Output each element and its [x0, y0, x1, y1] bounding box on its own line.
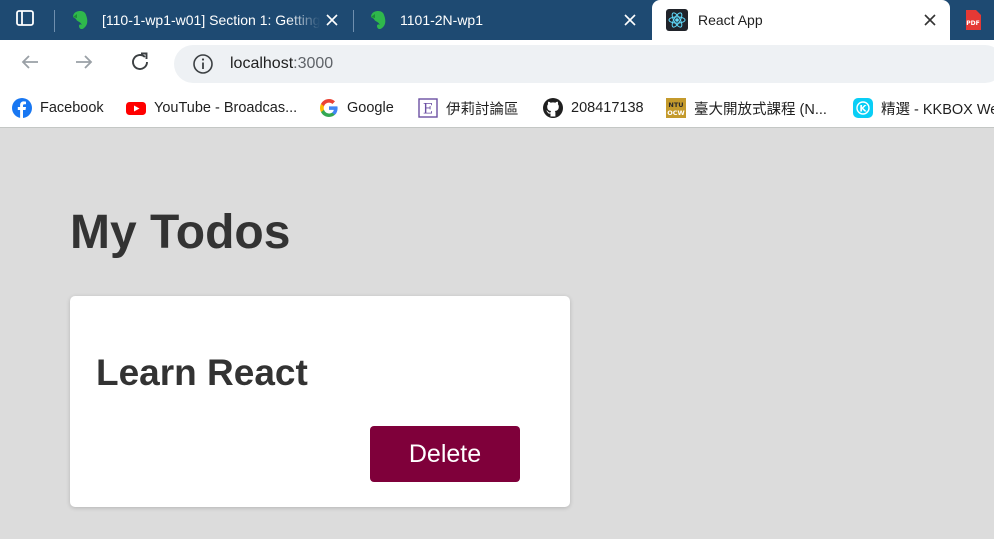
url-text[interactable]: localhost:3000: [230, 55, 333, 73]
url-host: localhost: [230, 55, 294, 72]
browser-toolbar: localhost:3000: [0, 40, 994, 88]
bookmark-label: 208417138: [571, 100, 644, 116]
todo-title: Learn React: [96, 352, 308, 393]
tab-actions-button[interactable]: [0, 0, 50, 40]
tab-strip: [110-1-wp1-w01] Section 1: Getting 1101-…: [0, 0, 994, 40]
google-icon: [319, 98, 339, 118]
svg-text:E: E: [423, 102, 433, 118]
bookmark-label: Google: [347, 100, 394, 116]
svg-text:NTU: NTU: [668, 101, 683, 109]
page-content: My Todos Learn React Delete: [0, 129, 994, 539]
svg-text:PDF: PDF: [966, 20, 979, 27]
close-icon[interactable]: [618, 8, 642, 32]
todo-card: Learn React Delete: [70, 296, 570, 507]
bookmark-label: Facebook: [40, 100, 104, 116]
forward-arrow-icon: [73, 51, 95, 78]
close-icon[interactable]: [320, 8, 344, 32]
svg-text:OCW: OCW: [667, 109, 684, 117]
evernote-icon: [368, 9, 390, 31]
tab-title: 1101-2N-wp1: [400, 12, 484, 28]
page-title: My Todos: [70, 206, 291, 259]
bookmark-github[interactable]: 208417138: [543, 96, 644, 120]
facebook-icon: [12, 98, 32, 118]
bookmark-label: 精選 - KKBOX Web: [881, 101, 994, 118]
svg-text:K: K: [860, 105, 868, 115]
tab-react-app[interactable]: React App: [652, 0, 950, 40]
bookmarks-bar: Facebook YouTube - Broadcas... Google E …: [0, 88, 994, 128]
bookmark-ntu-ocw[interactable]: NTU OCW 臺大開放式課程 (N...: [666, 96, 827, 120]
bookmark-kkbox[interactable]: K 精選 - KKBOX Web: [853, 96, 994, 120]
react-icon: [666, 9, 688, 31]
bookmark-label: YouTube - Broadcas...: [154, 100, 298, 116]
tab-separator: [54, 10, 55, 32]
ntu-ocw-icon: NTU OCW: [666, 98, 686, 118]
back-button[interactable]: [14, 48, 46, 80]
bookmark-facebook[interactable]: Facebook: [12, 96, 104, 120]
bookmark-youtube[interactable]: YouTube - Broadcas...: [126, 96, 297, 120]
tab-title: [110-1-wp1-w01] Section 1: Getting: [102, 12, 320, 28]
pdf-tab-icon[interactable]: PDF: [962, 9, 984, 31]
address-bar[interactable]: localhost:3000: [174, 45, 994, 83]
tab-title: React App: [698, 12, 763, 28]
bookmark-label: 臺大開放式課程 (N...: [694, 101, 827, 118]
reload-button[interactable]: [124, 48, 156, 80]
site-info-icon[interactable]: [192, 53, 214, 75]
bookmark-google[interactable]: Google: [319, 96, 394, 120]
github-icon: [543, 98, 563, 118]
evernote-icon: [70, 9, 92, 31]
kkbox-icon: K: [853, 98, 873, 118]
reload-icon: [129, 51, 151, 78]
url-port: :3000: [293, 55, 334, 72]
bookmark-eyny[interactable]: E 伊莉討論區: [418, 96, 519, 120]
delete-button[interactable]: Delete: [370, 426, 520, 482]
bookmark-label: 伊莉討論區: [446, 101, 519, 118]
back-arrow-icon: [19, 51, 41, 78]
eyny-icon: E: [418, 98, 438, 118]
sidebar-icon: [15, 8, 35, 33]
close-icon[interactable]: [918, 8, 942, 32]
youtube-icon: [126, 98, 146, 118]
forward-button[interactable]: [68, 48, 100, 80]
tab-section1[interactable]: [110-1-wp1-w01] Section 1: Getting: [56, 0, 352, 40]
tab-1101-2n-wp1[interactable]: 1101-2N-wp1: [354, 0, 650, 40]
